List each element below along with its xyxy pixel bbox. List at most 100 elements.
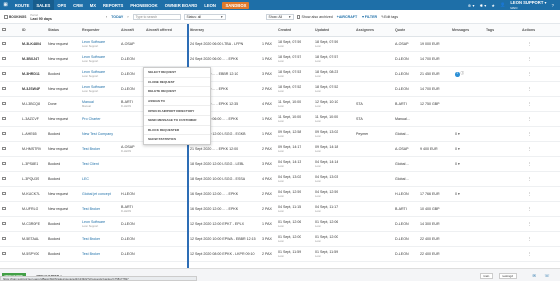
table-row[interactable]: L-3AZCVF New request Pro Charter 24 Sept 20… (0, 112, 560, 127)
row-actions-icon[interactable]: ⋮ (528, 132, 532, 136)
period-selector[interactable]: Period Last 90 days (30, 14, 52, 21)
show-archived-toggle[interactable]: Show also archived (296, 15, 333, 19)
next-arrow-icon[interactable]: › (127, 15, 128, 19)
table-row[interactable]: M-KUCK7L New request Global jet concept H-L… (0, 187, 560, 202)
checkbox-icon[interactable] (2, 251, 6, 256)
row-requester[interactable]: Test Broker (82, 237, 100, 241)
row-select[interactable] (2, 176, 7, 182)
table-row[interactable]: M-3JSW4F New request Leon Software Leon Sup… (0, 82, 560, 97)
row-id[interactable]: L-3PQU3S (22, 177, 39, 181)
row-select[interactable] (2, 56, 7, 62)
row-id[interactable]: M-5SPY00 (22, 252, 39, 256)
checkbox-icon[interactable] (2, 71, 6, 76)
row-id[interactable]: M-HMSTRV (22, 147, 41, 151)
row-requester[interactable]: Test Broker (82, 207, 100, 211)
col-messages[interactable]: Messages (452, 28, 469, 32)
checkbox-icon[interactable] (2, 27, 6, 32)
row-actions-icon[interactable]: ⋮ (528, 252, 532, 256)
row-select[interactable] (2, 116, 7, 122)
checkbox-icon[interactable] (4, 15, 8, 19)
nav-mx[interactable]: MX (86, 0, 99, 10)
table-row[interactable]: M-L3BCQ8 Done Manual Manual B-ARTI D-LEON 24 S… (0, 97, 560, 112)
col-requester[interactable]: Requester (82, 28, 100, 32)
row-actions-icon[interactable]: ⋮ (528, 162, 532, 166)
chat-icon[interactable]: ✉ (530, 273, 538, 279)
row-select[interactable] (2, 71, 7, 77)
row-select[interactable] (2, 251, 7, 257)
row-requester[interactable]: Leon Software Leon Support (82, 85, 105, 93)
row-requester[interactable]: LEC (82, 177, 89, 181)
row-messages[interactable]: 1 ⓘ (455, 71, 464, 77)
nav-reports[interactable]: REPORTS (100, 0, 127, 10)
row-id[interactable]: M-3LK4804 (22, 42, 41, 46)
checkbox-icon[interactable] (296, 15, 301, 19)
world-icon[interactable]: ⊕ ▾ (468, 3, 475, 8)
row-id[interactable]: M-5ETAAL (22, 237, 39, 241)
col-aircraft[interactable]: Aircraft (121, 28, 134, 32)
help-icon[interactable]: ? (552, 3, 554, 8)
checkbox-icon[interactable] (2, 161, 6, 166)
row-requester[interactable]: Pro Charter (82, 117, 101, 121)
col-created[interactable]: Created (278, 28, 291, 32)
row-requester[interactable]: Leon Software Leon Support (82, 220, 105, 228)
search-input[interactable]: Type to search (132, 14, 181, 20)
row-actions-icon[interactable]: ⋮ (528, 192, 532, 196)
status-filter[interactable]: Status: all ▾ (183, 14, 226, 20)
row-id[interactable]: M-3JSW4F (22, 87, 40, 91)
col-updated[interactable]: Updated (315, 28, 329, 32)
menu-open-airport-directory[interactable]: OPEN IN AIRPORT DIRECTORY (144, 106, 210, 116)
col-id[interactable]: ID (22, 28, 26, 32)
row-requester[interactable]: Test Client (82, 162, 99, 166)
star-icon[interactable]: ★ (491, 3, 495, 8)
row-select[interactable] (2, 146, 7, 152)
settings-icon[interactable]: ✱ ▾ (480, 3, 487, 8)
row-requester[interactable]: Leon Software Leon Support (82, 40, 105, 48)
checkbox-icon[interactable] (2, 116, 6, 121)
phone-icon[interactable]: ☏ (542, 273, 552, 279)
row-id[interactable]: M-KUCK7L (22, 192, 40, 196)
row-requester[interactable]: Leon Software Leon Support (82, 70, 105, 78)
nav-owner-board[interactable]: OWNER BOARD (161, 0, 201, 10)
menu-assign-to[interactable]: ASSIGN TO (144, 97, 210, 107)
row-actions-icon[interactable]: ⋮ (528, 177, 532, 181)
checkbox-icon[interactable] (2, 86, 6, 91)
row-id[interactable]: M-3HRD11 (22, 72, 40, 76)
row-actions-icon[interactable]: ⋮ (528, 102, 532, 106)
nav-phonebook[interactable]: PHONEBOOK (127, 0, 161, 10)
checkbox-icon[interactable] (2, 221, 6, 226)
row-actions-icon[interactable]: ⋮ (528, 42, 532, 46)
row-select[interactable] (2, 86, 7, 92)
today-button[interactable]: TODAY (111, 15, 123, 19)
row-select[interactable] (2, 221, 7, 227)
row-requester[interactable]: Test Broker (82, 252, 100, 256)
table-row[interactable]: M-3HRD11 Booked Leon Software Leon Support D… (0, 67, 560, 82)
checkbox-icon[interactable] (2, 146, 6, 151)
nav-sales[interactable]: SALES (32, 0, 54, 10)
row-id[interactable]: L-3PS8E1 (22, 162, 38, 166)
row-messages[interactable]: 0 ▾ (455, 147, 460, 151)
menu-select-request[interactable]: SELECT REQUEST (144, 68, 210, 78)
col-assignees[interactable]: Assignees (356, 28, 374, 32)
col-status[interactable]: Status (48, 28, 59, 32)
checkbox-icon[interactable] (2, 56, 6, 61)
menu-block-requester[interactable]: BLOCK REQUESTER (144, 126, 210, 136)
user-name[interactable]: LEON SUPPORT ▾ MAIN (510, 0, 546, 10)
row-select[interactable] (2, 41, 7, 47)
checkbox-icon[interactable] (2, 176, 6, 181)
bookings-selector[interactable]: BOOKINGS (4, 15, 26, 19)
show-filter[interactable]: Show: All ▾ (265, 14, 294, 20)
col-tags[interactable]: Tags (486, 28, 494, 32)
row-select[interactable] (2, 191, 7, 197)
row-select[interactable] (2, 101, 7, 107)
row-actions-icon[interactable]: ⋮ (528, 207, 532, 211)
menu-send-message[interactable]: SEND MESSAGE TO CUSTOMER (144, 116, 210, 126)
table-row[interactable]: L-AHE65 Booked New Test Company 21 Sept 202… (0, 127, 560, 142)
table-row[interactable]: M-5ETAAL Booked Test Broker D-LEON 12 Sept 2… (0, 232, 560, 247)
row-actions-icon[interactable]: ⋮ (528, 147, 532, 151)
checkbox-icon[interactable] (2, 41, 6, 46)
row-id[interactable]: M-C3R0FE (22, 222, 40, 226)
table-row[interactable]: L-3PS8E1 Booked Test Client 18 Sept 2020 12… (0, 157, 560, 172)
row-messages[interactable]: 0 ▾ (455, 132, 460, 136)
row-select[interactable] (2, 206, 7, 212)
aircraft-button[interactable]: + AIRCRAFT (337, 15, 357, 19)
